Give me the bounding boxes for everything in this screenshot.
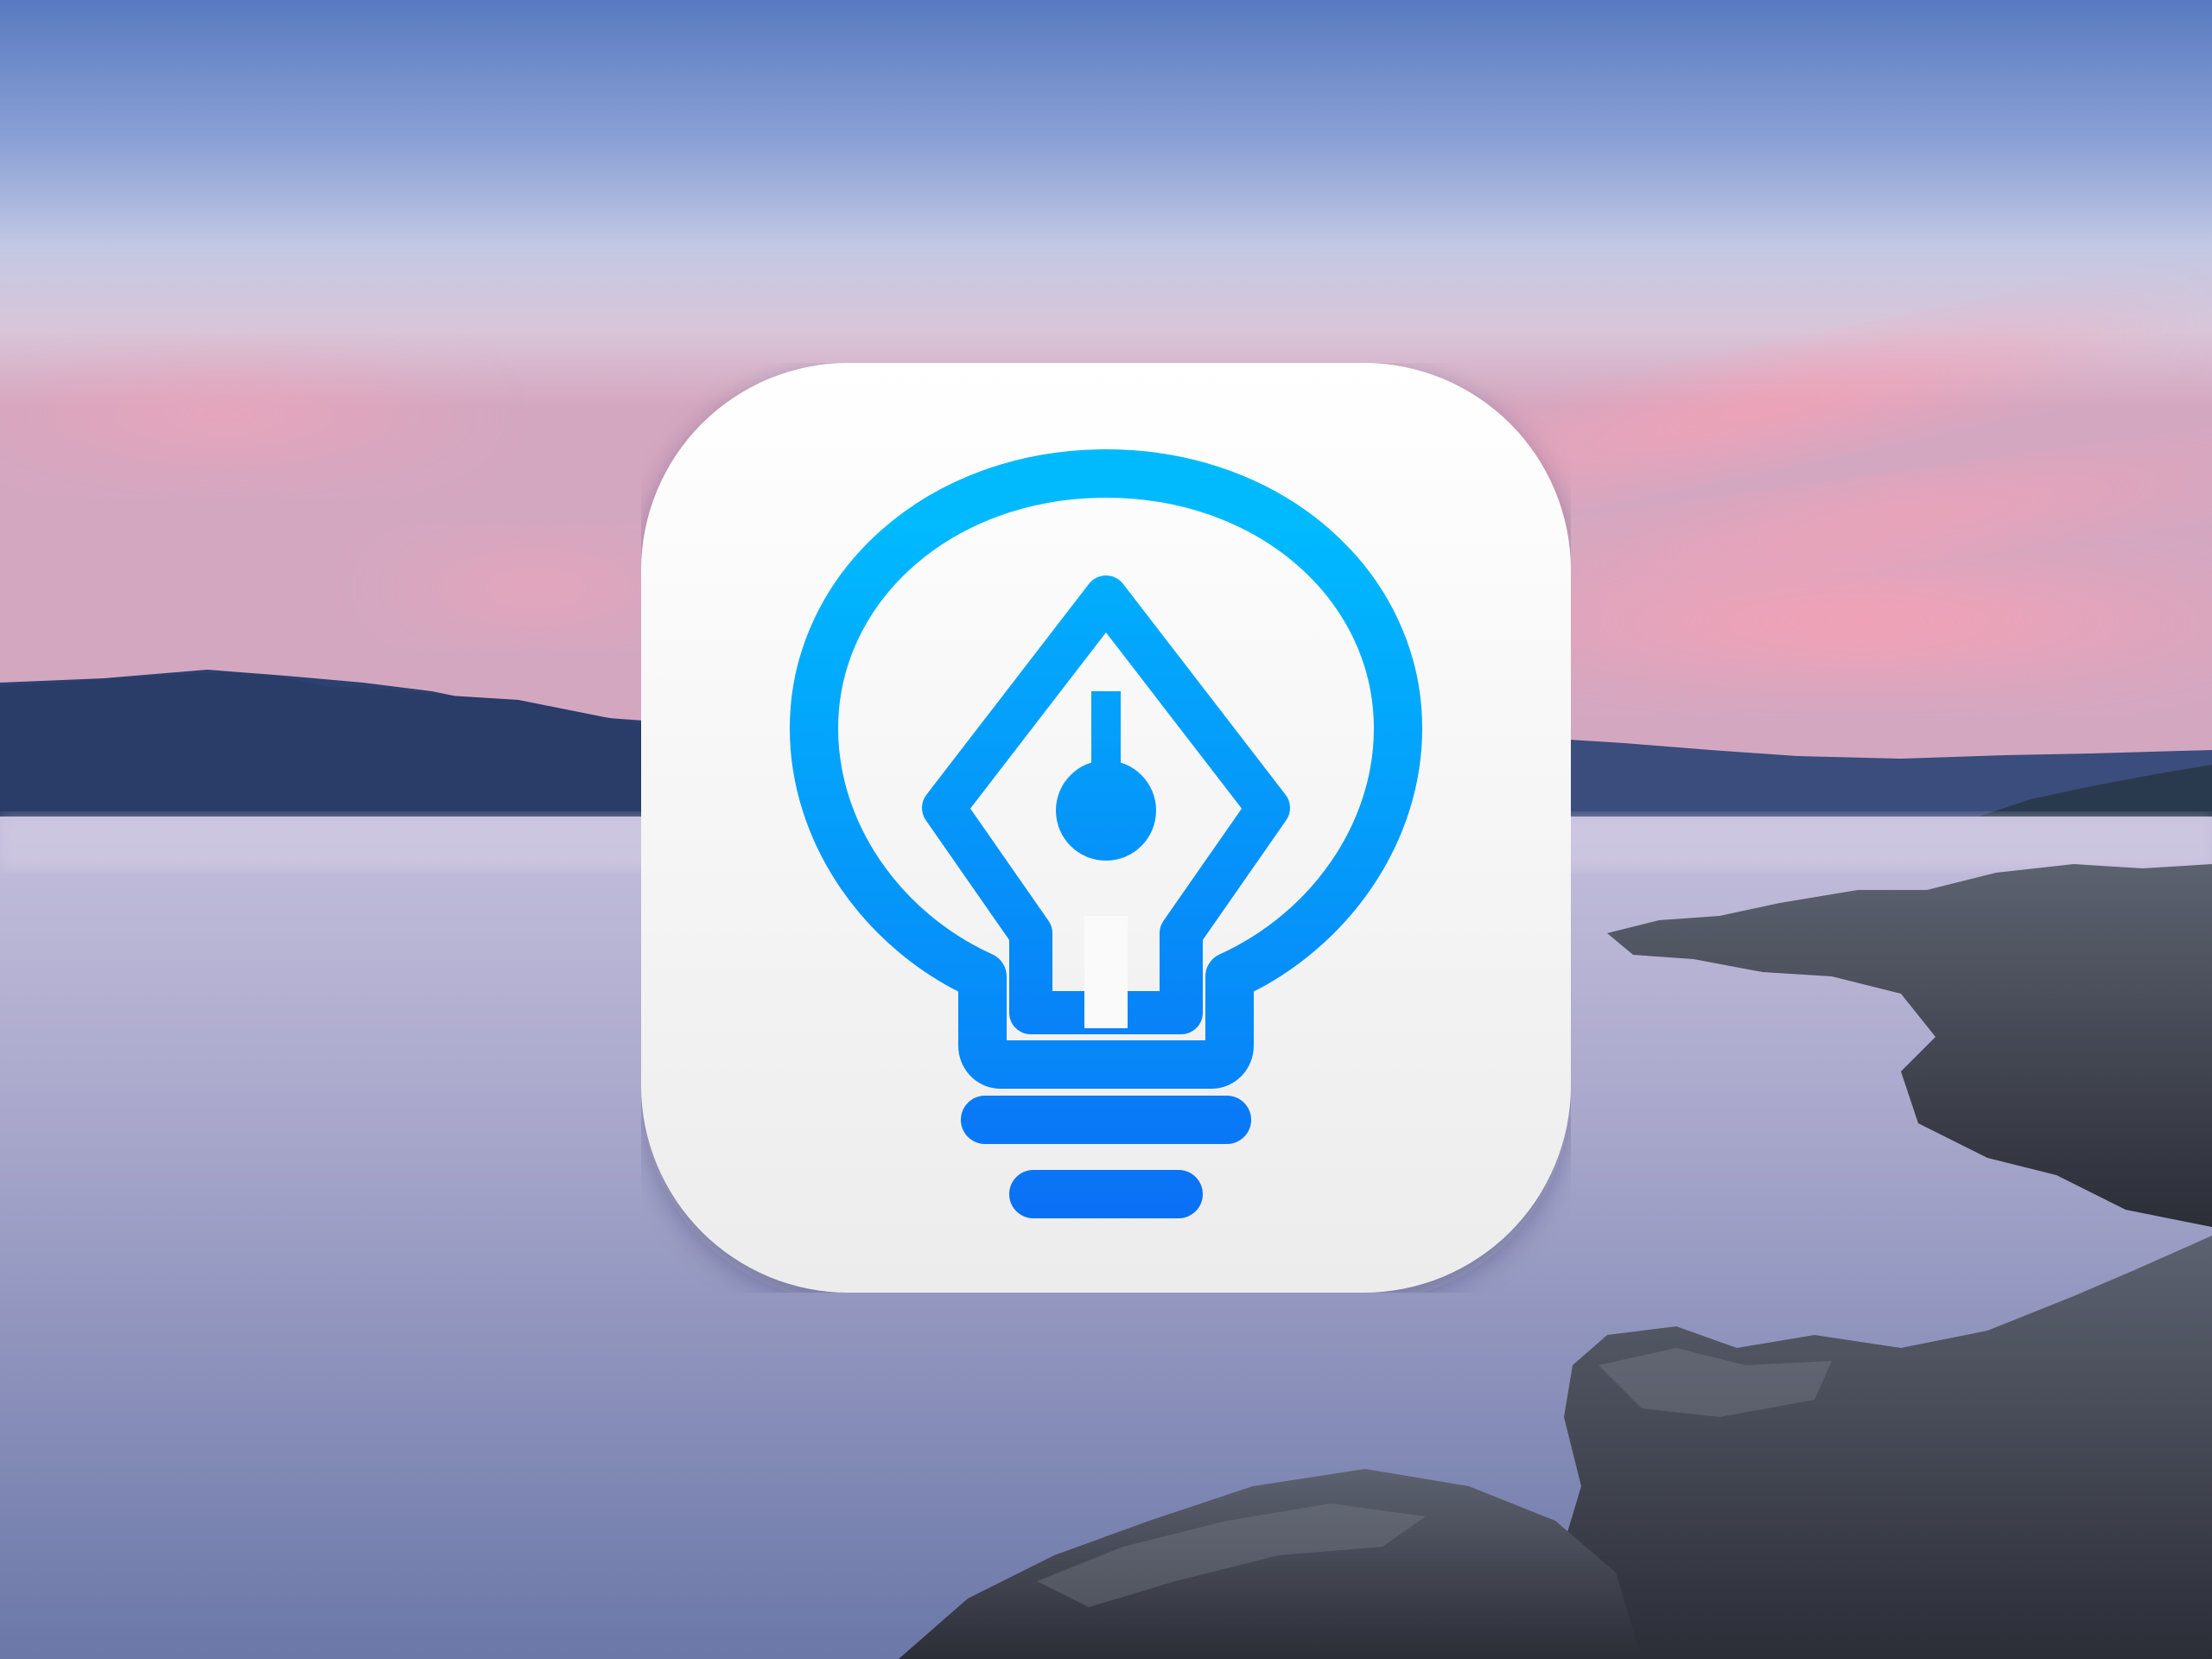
app-icon[interactable] — [641, 363, 1571, 1293]
bulb-base-bar-lower — [1009, 1170, 1203, 1218]
bulb-base-bar-upper — [961, 1096, 1251, 1144]
wallpaper-scene — [0, 0, 2212, 1659]
pen-nib-hole — [1056, 760, 1156, 861]
nib-gap — [1084, 916, 1128, 1028]
